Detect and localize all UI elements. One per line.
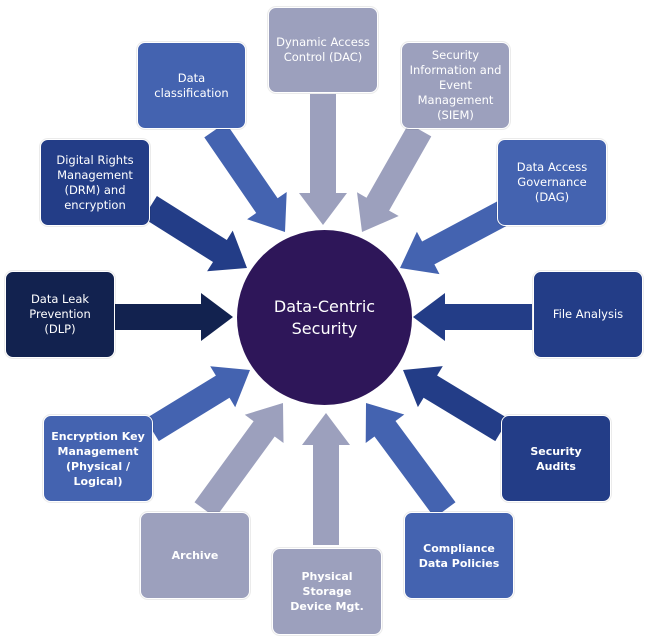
arrow-compliance bbox=[365, 403, 456, 518]
node-data-classification: Data classification bbox=[137, 42, 246, 129]
node-dynamic-access-control: Dynamic Access Control (DAC) bbox=[268, 7, 378, 93]
arrow-physical-storage bbox=[302, 413, 350, 545]
node-label: Encryption Key Management (Physical / Lo… bbox=[51, 429, 145, 488]
node-label: Security Audits bbox=[530, 444, 582, 473]
arrow-dlp bbox=[115, 293, 233, 341]
node-data-access-governance: Data Access Governance (DAG) bbox=[497, 139, 607, 226]
node-label: Data classification bbox=[154, 70, 229, 100]
arrow-file-analysis bbox=[413, 293, 532, 341]
arrow-drm bbox=[143, 196, 247, 272]
node-label: Data Leak Prevention (DLP) bbox=[29, 292, 91, 336]
center-label: Data-Centric Security bbox=[273, 296, 376, 338]
node-label: Security Information and Event Managemen… bbox=[409, 48, 502, 122]
node-digital-rights-management: Digital Rights Management (DRM) and encr… bbox=[40, 139, 150, 226]
node-physical-storage-device-mgt: Physical Storage Device Mgt. bbox=[272, 548, 382, 635]
node-security-audits: Security Audits bbox=[501, 415, 611, 502]
node-label: Physical Storage Device Mgt. bbox=[290, 570, 364, 613]
arrow-archive bbox=[194, 403, 284, 518]
node-file-analysis: File Analysis bbox=[533, 271, 643, 358]
node-archive: Archive bbox=[140, 512, 250, 599]
arrow-siem bbox=[357, 123, 432, 232]
arrow-data-classification bbox=[204, 122, 287, 232]
arrow-dag bbox=[400, 200, 512, 275]
center-circle-data-centric-security: Data-Centric Security bbox=[237, 230, 412, 405]
node-label: File Analysis bbox=[552, 307, 624, 321]
arrow-encryption-key bbox=[145, 366, 250, 442]
node-siem: Security Information and Event Managemen… bbox=[401, 42, 510, 129]
node-label: Dynamic Access Control (DAC) bbox=[276, 35, 370, 64]
arrow-dac bbox=[299, 94, 347, 225]
node-compliance-data-policies: Compliance Data Policies bbox=[404, 512, 514, 599]
node-label: Digital Rights Management (DRM) and encr… bbox=[56, 152, 134, 212]
node-label: Compliance Data Policies bbox=[418, 541, 500, 570]
node-data-leak-prevention: Data Leak Prevention (DLP) bbox=[5, 271, 115, 358]
arrow-security-audits bbox=[403, 366, 509, 442]
node-encryption-key-management: Encryption Key Management (Physical / Lo… bbox=[43, 415, 153, 502]
node-label: Archive bbox=[171, 549, 219, 562]
node-label: Data Access Governance (DAG) bbox=[516, 160, 588, 204]
